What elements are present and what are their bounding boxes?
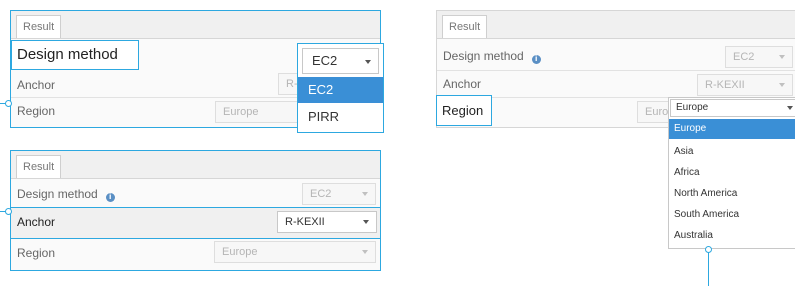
region-select[interactable]: Europe xyxy=(214,241,376,263)
anchor-label: Anchor xyxy=(443,77,482,91)
info-icon[interactable]: i xyxy=(105,193,115,202)
row-anchor: Anchor R-KEXII xyxy=(437,70,795,97)
region-label: Region xyxy=(17,104,56,118)
region-select-value: Europe xyxy=(223,106,259,118)
design-method-dropdown-open: EC2 EC2 PIRR xyxy=(297,43,384,133)
anchor-select-value: R-KEXII xyxy=(285,216,325,228)
anchor-label: Anchor xyxy=(17,78,56,92)
design-method-label: Design method i xyxy=(443,49,541,64)
chevron-down-icon xyxy=(362,192,368,196)
region-select[interactable]: Europe xyxy=(215,101,305,123)
region-select-value: Euro xyxy=(645,106,669,118)
region-option[interactable]: Australia xyxy=(669,226,795,246)
design-method-select[interactable]: EC2 xyxy=(302,183,376,205)
region-dropdown-open: Europe Europe Asia Africa North America … xyxy=(668,97,795,249)
connector-dot xyxy=(705,246,712,253)
design-method-option[interactable]: EC2 xyxy=(298,77,383,103)
region-select-value: Europe xyxy=(676,102,709,113)
row-design-method: Design method i EC2 xyxy=(437,43,795,69)
tab-result[interactable]: Result xyxy=(16,15,62,38)
tab-bar: Result xyxy=(11,151,380,179)
design-method-select[interactable]: EC2 xyxy=(302,48,379,74)
chevron-down-icon[interactable] xyxy=(787,106,793,110)
region-option[interactable]: North America xyxy=(669,184,795,204)
anchor-select[interactable]: R-KEXII xyxy=(697,74,793,96)
row-anchor-active: Anchor R-KEXII xyxy=(11,207,380,239)
row-design-method: Design method i EC2 xyxy=(11,181,380,207)
connector-dot xyxy=(5,100,12,107)
anchor-select-value: R-KEXII xyxy=(705,79,745,91)
row-region: Region Europe xyxy=(11,240,380,266)
anchor-select-value: R- xyxy=(286,78,298,90)
region-label-highlight: Region xyxy=(436,95,492,126)
tab-bar: Result xyxy=(11,11,380,39)
info-icon[interactable]: i xyxy=(531,55,541,64)
design-method-select-value: EC2 xyxy=(312,53,338,68)
tab-result[interactable]: Result xyxy=(442,15,488,38)
chevron-down-icon[interactable] xyxy=(365,60,371,64)
design-method-label: Design method i xyxy=(17,187,115,202)
design-method-option[interactable]: PIRR xyxy=(298,104,383,130)
region-option[interactable]: Asia xyxy=(669,142,795,162)
tab-bar: Result xyxy=(437,11,795,39)
chevron-down-icon xyxy=(779,55,785,59)
region-option[interactable]: Africa xyxy=(669,163,795,183)
design-method-select-value: EC2 xyxy=(310,188,332,200)
region-select-open[interactable]: Europe xyxy=(670,99,795,117)
region-option[interactable]: Europe xyxy=(669,119,795,139)
region-label: Region xyxy=(17,246,56,260)
panel-anchor: Result Design method i EC2 Anchor R-KEXII… xyxy=(10,150,381,271)
region-select-value: Europe xyxy=(222,246,258,258)
anchor-label: Anchor xyxy=(17,215,56,229)
design-method-select[interactable]: EC2 xyxy=(725,46,793,68)
chevron-down-icon[interactable] xyxy=(363,220,369,224)
region-label: Region xyxy=(442,103,484,118)
connector-dot xyxy=(5,208,12,215)
tab-result[interactable]: Result xyxy=(16,155,62,178)
chevron-down-icon xyxy=(779,83,785,87)
chevron-down-icon xyxy=(362,250,368,254)
anchor-select[interactable]: R-KEXII xyxy=(277,211,377,233)
design-method-select-value: EC2 xyxy=(733,51,755,63)
design-method-label-highlight: Design method xyxy=(11,40,139,70)
design-method-label: Design method xyxy=(17,46,118,63)
region-option[interactable]: South America xyxy=(669,205,795,225)
connector-line xyxy=(708,249,709,286)
